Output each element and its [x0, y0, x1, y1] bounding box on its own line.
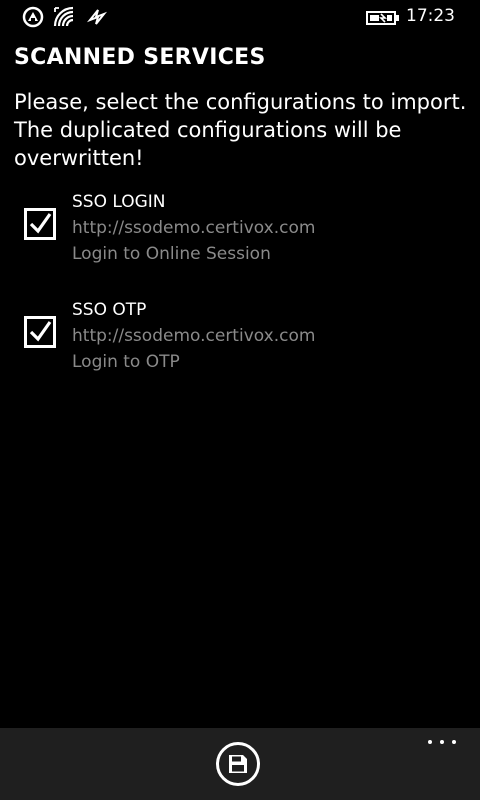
more-options-button[interactable] [426, 732, 460, 752]
instruction-text: Please, select the configurations to imp… [14, 90, 467, 170]
checkmark-icon [29, 321, 52, 342]
more-ellipsis-icon [440, 740, 444, 744]
service-checkbox[interactable] [24, 316, 56, 348]
data-connection-icon [86, 6, 108, 28]
service-url: http://ssodemo.certivox.com [72, 218, 316, 238]
status-time: 17:23 [406, 6, 455, 26]
save-button[interactable] [216, 742, 260, 786]
checkmark-icon [29, 213, 52, 234]
page-title: SCANNED SERVICES [14, 45, 266, 70]
app-bar [0, 728, 480, 800]
more-ellipsis-icon [428, 740, 432, 744]
service-item-sso-login[interactable]: SSO LOGIN http://ssodemo.certivox.com Lo… [0, 192, 480, 282]
battery-icon [366, 10, 400, 25]
signal-strength-icon [22, 6, 44, 28]
status-bar: 17:23 [0, 0, 480, 34]
save-icon [229, 755, 247, 773]
wifi-icon [53, 6, 75, 28]
service-url: http://ssodemo.certivox.com [72, 326, 316, 346]
more-ellipsis-icon [452, 740, 456, 744]
service-name: SSO OTP [72, 300, 147, 320]
service-name: SSO LOGIN [72, 192, 166, 212]
screen: 17:23 SCANNED SERVICES Please, select th… [0, 0, 480, 800]
service-checkbox[interactable] [24, 208, 56, 240]
service-description: Login to OTP [72, 352, 180, 372]
service-description: Login to Online Session [72, 244, 271, 264]
service-item-sso-otp[interactable]: SSO OTP http://ssodemo.certivox.com Logi… [0, 300, 480, 390]
